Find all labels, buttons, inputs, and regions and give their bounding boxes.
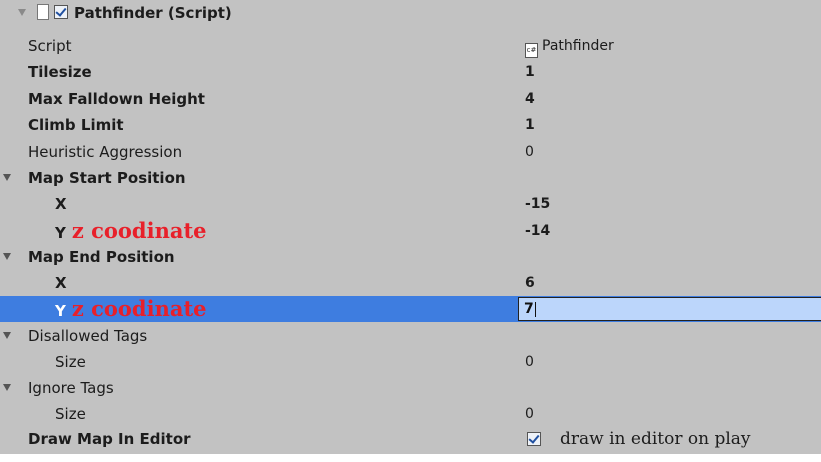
field-label: Yz coodinate — [55, 218, 207, 246]
field-ignore-size: Size 0 — [0, 401, 821, 427]
field-label: Yz coodinate — [55, 296, 207, 324]
foldout-label: Ignore Tags — [28, 379, 114, 397]
field-label: Size — [55, 353, 86, 371]
end-y-value: 7 — [524, 301, 534, 317]
script-name: Pathfinder — [542, 38, 614, 54]
max-falldown-input[interactable]: 4 — [525, 86, 535, 112]
field-label: Size — [55, 405, 86, 423]
field-draw-map-in-editor: Draw Map In Editor draw in editor on pla… — [0, 426, 821, 452]
annotation-note: draw in editor on play — [560, 429, 751, 449]
foldout-label: Map Start Position — [28, 169, 186, 187]
script-file-icon — [37, 4, 49, 20]
field-label: Draw Map In Editor — [28, 430, 191, 448]
field-climb-limit: Climb Limit 1 — [0, 112, 821, 138]
climb-limit-input[interactable]: 1 — [525, 112, 535, 138]
field-label: Max Falldown Height — [28, 90, 205, 108]
field-script: Script c# Pathfinder — [0, 33, 821, 59]
field-start-y: Yz coodinate -14 — [0, 218, 821, 244]
field-label: X — [55, 274, 67, 292]
field-tilesize: Tilesize 1 — [0, 59, 821, 85]
field-label: Tilesize — [28, 63, 92, 81]
field-end-x: X 6 — [0, 270, 821, 296]
annotation-note: z coodinate — [71, 296, 207, 321]
field-label: Heuristic Aggression — [28, 143, 183, 161]
disallowed-size-input[interactable]: 0 — [525, 349, 534, 375]
start-x-input[interactable]: -15 — [525, 191, 550, 217]
axis-label: Y — [55, 224, 66, 242]
foldout-label: Map End Position — [28, 248, 175, 266]
component-title: Pathfinder (Script) — [74, 4, 232, 22]
end-y-input[interactable]: 7 — [518, 297, 821, 321]
text-cursor — [534, 301, 536, 317]
field-label: X — [55, 195, 67, 213]
field-end-y-selected: Yz coodinate 7 — [0, 296, 821, 322]
foldout-ignore-tags[interactable]: Ignore Tags — [0, 375, 821, 401]
field-label: Climb Limit — [28, 116, 124, 134]
end-x-input[interactable]: 6 — [525, 270, 535, 296]
tilesize-input[interactable]: 1 — [525, 59, 535, 85]
field-disallowed-size: Size 0 — [0, 349, 821, 375]
heuristic-aggression-input[interactable]: 0 — [525, 139, 534, 165]
csharp-script-icon: c# — [525, 43, 538, 58]
script-reference[interactable]: c# Pathfinder — [525, 33, 614, 59]
ignore-size-input[interactable]: 0 — [525, 401, 534, 427]
field-label: Script — [28, 37, 72, 55]
fold-arrow-icon[interactable] — [18, 9, 26, 16]
fold-arrow-icon[interactable] — [3, 332, 11, 339]
fold-arrow-icon[interactable] — [3, 174, 11, 181]
foldout-map-end-position[interactable]: Map End Position — [0, 244, 821, 270]
axis-label: Y — [55, 302, 66, 320]
enable-component-checkbox[interactable] — [54, 5, 68, 19]
foldout-disallowed-tags[interactable]: Disallowed Tags — [0, 323, 821, 349]
field-heuristic-aggression: Heuristic Aggression 0 — [0, 139, 821, 165]
foldout-map-start-position[interactable]: Map Start Position — [0, 165, 821, 191]
foldout-label: Disallowed Tags — [28, 327, 148, 345]
field-start-x: X -15 — [0, 191, 821, 217]
start-y-input[interactable]: -14 — [525, 218, 550, 244]
annotation-note: z coodinate — [71, 218, 207, 243]
component-header[interactable]: Pathfinder (Script) — [0, 0, 821, 26]
fold-arrow-icon[interactable] — [3, 253, 11, 260]
draw-map-checkbox[interactable] — [527, 432, 541, 446]
fold-arrow-icon[interactable] — [3, 384, 11, 391]
field-max-falldown-height: Max Falldown Height 4 — [0, 86, 821, 112]
inspector-panel: Pathfinder (Script) Script c# Pathfinder … — [0, 0, 821, 454]
